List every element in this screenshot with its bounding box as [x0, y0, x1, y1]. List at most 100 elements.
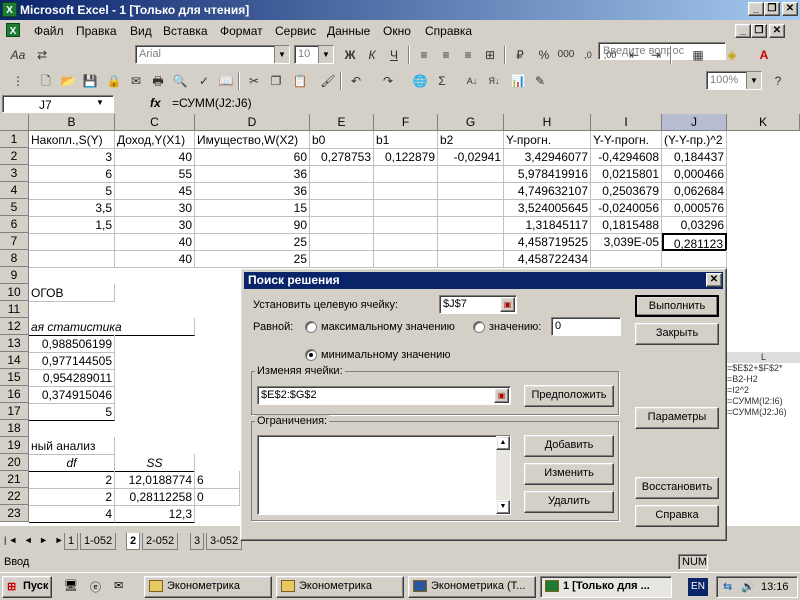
cell-f4[interactable] [374, 182, 438, 200]
cell-e7[interactable] [310, 233, 374, 251]
thousands-icon[interactable]: 000 [556, 46, 576, 64]
cell-i8[interactable] [591, 250, 662, 268]
cell-j8[interactable] [662, 250, 727, 268]
cell-h5[interactable]: 3,524005645 [504, 199, 591, 217]
format-styles-icon[interactable]: Aa [8, 46, 28, 64]
cell-c1[interactable]: Доход,Y(X1) [115, 131, 195, 149]
cell-j2[interactable]: 0,184437 [662, 148, 727, 166]
radio-min[interactable] [305, 349, 317, 361]
menu-edit[interactable]: Правка [76, 24, 117, 38]
row-header-13[interactable]: 13 [0, 335, 29, 352]
cell-g2[interactable]: -0,02941 [438, 148, 504, 166]
cell-i1[interactable]: Y-Y-прогн. [591, 131, 662, 149]
cell-b13[interactable]: 0,988506199 [29, 335, 115, 353]
cell-f2[interactable]: 0,122879 [374, 148, 438, 166]
scrollbar-track[interactable] [496, 450, 510, 500]
cell-d8[interactable]: 25 [195, 250, 310, 268]
cell-b22[interactable]: 2 [29, 488, 115, 506]
format-painter-icon[interactable]: 🖌 [318, 72, 338, 90]
sheet-tab[interactable]: 2-052 [142, 533, 179, 550]
cell-c22[interactable]: 0,28112258 [115, 488, 195, 506]
cell-d6[interactable]: 90 [195, 216, 310, 234]
select-all-corner[interactable] [0, 114, 29, 131]
cell-g7[interactable] [438, 233, 504, 251]
cell-h4[interactable]: 4,749632107 [504, 182, 591, 200]
cell-e8[interactable] [310, 250, 374, 268]
cell-i7[interactable]: 3,039E-05 [591, 233, 662, 251]
sheet-tab-active[interactable]: 2 [126, 533, 141, 550]
cell-b19[interactable]: ный анализ [29, 437, 115, 455]
font-color-icon[interactable]: A [754, 46, 774, 64]
cell-f6[interactable] [374, 216, 438, 234]
col-header-j[interactable]: J [662, 114, 727, 131]
arrows-icon[interactable]: ⇄ [32, 46, 52, 64]
row-header-16[interactable]: 16 [0, 386, 29, 403]
row-header-14[interactable]: 14 [0, 352, 29, 369]
cell-c6[interactable]: 30 [115, 216, 195, 234]
zoom-select[interactable]: 100% ▼ [706, 71, 762, 90]
col-header-f[interactable]: F [374, 114, 438, 131]
cell-h7[interactable]: 4,458719525 [504, 233, 591, 251]
constraints-list[interactable]: ▲ ▼ [257, 435, 511, 515]
col-header-k[interactable]: K [727, 114, 800, 131]
borders-icon[interactable]: ▦ [688, 46, 708, 64]
cell-d1[interactable]: Имущество,W(X2) [195, 131, 310, 149]
fill-color-icon[interactable]: ◈ [722, 46, 742, 64]
chart-icon[interactable]: 📊 [508, 72, 528, 90]
print-icon[interactable]: 🖶 [148, 72, 168, 90]
cell-g5[interactable] [438, 199, 504, 217]
task-item[interactable]: Эконометрика [144, 576, 272, 598]
task-item-active[interactable]: 1 [Только для ... [540, 576, 672, 598]
decrease-indent-icon[interactable]: ⇤ [624, 46, 644, 64]
row-header-18[interactable]: 18 [0, 420, 29, 437]
scroll-up-icon[interactable]: ▲ [496, 436, 510, 450]
save-icon[interactable]: 💾 [80, 72, 100, 90]
cell-c8[interactable]: 40 [115, 250, 195, 268]
cell-j7[interactable]: 0,281123 [662, 233, 727, 251]
row-header-5[interactable]: 5 [0, 199, 29, 216]
cell-i2[interactable]: -0,4294608 [591, 148, 662, 166]
row-header-22[interactable]: 22 [0, 488, 29, 505]
col-header-d[interactable]: D [195, 114, 310, 131]
help-icon[interactable]: ? [768, 72, 788, 90]
bold-icon[interactable]: Ж [340, 46, 360, 64]
row-header-15[interactable]: 15 [0, 369, 29, 386]
cell-j6[interactable]: 0,03296 [662, 216, 727, 234]
col-header-h[interactable]: H [504, 114, 591, 131]
cell-d3[interactable]: 36 [195, 165, 310, 183]
cell-b7[interactable] [29, 233, 115, 251]
solve-button[interactable]: Выполнить [635, 295, 719, 317]
cell-b5[interactable]: 3,5 [29, 199, 115, 217]
sheet-tab[interactable]: 1-052 [80, 533, 117, 550]
workbook-icon[interactable]: X [6, 23, 20, 37]
close-button[interactable]: Закрыть [635, 323, 719, 345]
collapse-dialog-icon[interactable]: ▣ [500, 297, 515, 312]
row-header-20[interactable]: 20 [0, 454, 29, 471]
cell-b14[interactable]: 0,977144505 [29, 352, 115, 370]
cell-b2[interactable]: 3 [29, 148, 115, 166]
cell-c4[interactable]: 45 [115, 182, 195, 200]
cell-b3[interactable]: 6 [29, 165, 115, 183]
cell-c3[interactable]: 55 [115, 165, 195, 183]
cut-icon[interactable]: ✂ [244, 72, 264, 90]
open-icon[interactable]: 📂 [58, 72, 78, 90]
cell-b16[interactable]: 0,374915046 [29, 386, 115, 404]
options-button[interactable]: Параметры [635, 407, 719, 429]
font-size-select[interactable]: 10 ▼ [294, 45, 334, 64]
task-item[interactable]: Эконометрика (Т... [408, 576, 536, 598]
minimize-button[interactable]: _ [748, 2, 764, 16]
menu-window[interactable]: Окно [383, 24, 411, 38]
row-header-23[interactable]: 23 [0, 505, 29, 522]
col-header-g[interactable]: G [438, 114, 504, 131]
cell-g3[interactable] [438, 165, 504, 183]
formula-input[interactable]: =СУММ(J2:J6) [172, 96, 252, 110]
sheet-tab[interactable]: 1 [64, 533, 79, 550]
cell-f3[interactable] [374, 165, 438, 183]
autosum-icon[interactable]: Σ [432, 72, 452, 90]
paste-icon[interactable]: 📋 [290, 72, 310, 90]
desktop-icon[interactable]: 🖥 [64, 579, 78, 592]
cell-e6[interactable] [310, 216, 374, 234]
row-header-4[interactable]: 4 [0, 182, 29, 199]
sheet-tab[interactable]: 3 [190, 533, 205, 550]
email-icon[interactable]: ✉ [126, 72, 146, 90]
